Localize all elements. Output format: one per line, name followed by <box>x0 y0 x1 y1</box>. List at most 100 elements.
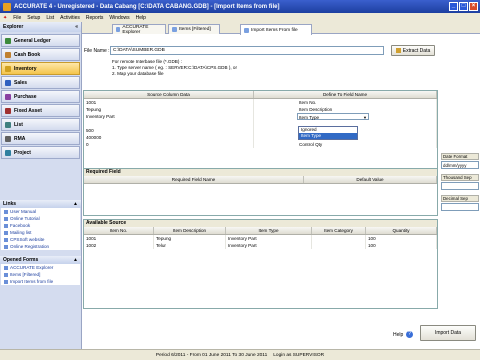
opened-form-import[interactable]: Import Items from file <box>1 278 80 285</box>
project-icon <box>5 149 11 156</box>
source-cell <box>84 120 254 127</box>
collapse-icon[interactable]: « <box>75 24 78 30</box>
nav-fixed-asset[interactable]: Fixed Asset <box>1 104 80 117</box>
link-mailing-list[interactable]: Mailing list <box>1 229 80 236</box>
cell-type: Inventory Part <box>226 242 312 249</box>
link-website[interactable]: CPSSoft website <box>1 236 80 243</box>
available-source-panel: Available Source Item No. Item Descripti… <box>83 219 438 309</box>
table-row[interactable]: 0 Control Qty <box>84 141 437 148</box>
nav-label: Fixed Asset <box>14 107 42 114</box>
select-value: Item Type <box>299 115 320 120</box>
minimize-button[interactable]: _ <box>449 2 458 11</box>
table-row[interactable]: 500 <box>84 127 437 134</box>
import-data-button[interactable]: Import Data <box>420 325 476 341</box>
available-grid-header: Item No. Item Description Item Type Item… <box>84 227 437 235</box>
app-icon <box>3 2 11 11</box>
menu-list[interactable]: List <box>46 15 54 21</box>
col-item-type: Item Type <box>226 227 312 234</box>
explorer-icon <box>116 27 121 32</box>
target-cell[interactable]: Item Description <box>254 106 437 113</box>
opened-form-explorer[interactable]: ACCURATE Explorer <box>1 264 80 271</box>
nav-inventory[interactable]: Inventory <box>1 62 80 75</box>
link-label: CPSSoft website <box>10 237 45 242</box>
nav-purchase[interactable]: Purchase <box>1 90 80 103</box>
field-name-select[interactable]: Item Type ▼ <box>297 113 369 120</box>
col-source: Source Column Data <box>84 91 254 98</box>
menu-activities[interactable]: Activities <box>60 15 80 21</box>
close-button[interactable]: × <box>469 2 478 11</box>
menu-help[interactable]: Help <box>136 15 146 21</box>
chevron-down-icon[interactable]: ▼ <box>363 114 367 120</box>
opened-form-items[interactable]: Items [Filtered] <box>1 271 80 278</box>
link-online-tutorial[interactable]: Online Tutorial <box>1 215 80 222</box>
source-cell: Tepung <box>84 106 254 113</box>
menu-windows[interactable]: Windows <box>109 15 129 21</box>
chevron-up-icon[interactable]: ▲ <box>73 201 78 207</box>
file-name-label: File Name : <box>84 48 110 54</box>
target-cell[interactable]: Control Qty <box>254 141 437 148</box>
table-row[interactable]: Tepung Item Description <box>84 106 437 113</box>
sales-icon <box>5 79 11 86</box>
table-row[interactable]: 1002 Telur Inventory Part 100 <box>84 242 437 249</box>
status-bar: Period 6/2011 - From 01 June 2011 To 30 … <box>0 349 480 360</box>
extract-data-button[interactable]: Extract Data <box>391 45 435 56</box>
explorer-sidebar: Explorer « General Ledger Cash Book Inve… <box>0 22 82 349</box>
menu-reports[interactable]: Reports <box>86 15 104 21</box>
help-label[interactable]: Help <box>393 332 403 338</box>
col-default-value: Default Value <box>304 176 437 183</box>
menu-file[interactable]: File <box>13 15 21 21</box>
link-registration[interactable]: Online Registration <box>1 243 80 250</box>
cell-description: Telur <box>154 242 226 249</box>
help-icon[interactable]: ? <box>406 331 413 338</box>
table-row[interactable]: Inventory Part Item Type ▼ <box>84 113 437 120</box>
nav-sales[interactable]: Sales <box>1 76 80 89</box>
nav-list[interactable]: List <box>1 118 80 131</box>
cell-category <box>312 242 366 249</box>
field-name-dropdown[interactable]: Ignored Item Type <box>298 126 358 140</box>
menu-setup[interactable]: Setup <box>27 15 40 21</box>
nav-general-ledger[interactable]: General Ledger <box>1 34 80 47</box>
ledger-icon <box>5 37 11 44</box>
col-item-description: Item Description <box>154 227 226 234</box>
link-user-manual[interactable]: User Manual <box>1 208 80 215</box>
source-cell: Inventory Part <box>84 113 254 120</box>
maximize-button[interactable]: □ <box>459 2 468 11</box>
cell-category <box>312 235 366 242</box>
app-menu-icon[interactable]: ✦ <box>3 15 7 21</box>
tab-items[interactable]: Items [Filtered] <box>168 24 220 34</box>
file-name-input[interactable]: C:\DATA\SUMBER.GDB <box>110 46 384 55</box>
table-row[interactable]: 1001 Item No. <box>84 99 437 106</box>
table-row[interactable] <box>84 120 437 127</box>
nav-label: RMA <box>14 135 26 142</box>
mail-icon <box>4 230 8 235</box>
source-cell: 1001 <box>84 99 254 106</box>
chevron-up-icon[interactable]: ▲ <box>73 257 78 263</box>
table-row[interactable]: 1001 Tepung Inventory Part 100 <box>84 235 437 242</box>
link-facebook[interactable]: Facebook <box>1 222 80 229</box>
date-format-input[interactable]: dd/mm/yyyy <box>441 161 479 169</box>
title-bar: ACCURATE 4 - Unregistered - Data Cabang … <box>0 0 480 13</box>
facebook-icon <box>4 223 8 228</box>
col-define: Define To Field Name <box>254 91 437 98</box>
date-format-label: Date Format <box>441 153 479 160</box>
dropdown-option-item-type[interactable]: Item Type <box>299 133 357 139</box>
tab-explorer[interactable]: ACCURATE Explorer <box>112 24 166 35</box>
table-row[interactable]: 400000Total Cost <box>84 134 437 141</box>
hint-2: 2. Map your database file <box>112 70 164 76</box>
link-label: User Manual <box>10 209 37 214</box>
tab-import-items[interactable]: Import Items From file <box>240 24 312 35</box>
thousand-sep-input[interactable] <box>441 182 479 190</box>
nav-cash-book[interactable]: Cash Book <box>1 48 80 61</box>
required-field-panel: Required Field Required Field Name Defau… <box>83 168 438 216</box>
format-panel: Date Format dd/mm/yyyy Thousand Sep Deci… <box>440 35 480 325</box>
decimal-sep-input[interactable] <box>441 203 479 211</box>
target-cell[interactable]: Item No. <box>254 99 437 106</box>
nav-rma[interactable]: RMA <box>1 132 80 145</box>
cell-quantity: 100 <box>366 235 437 242</box>
target-select-cell[interactable]: Item Type ▼ <box>254 113 437 120</box>
import-form: File Name : C:\DATA\SUMBER.GDB Extract D… <box>82 35 440 338</box>
col-required-field: Required Field Name <box>84 176 304 183</box>
tutorial-icon <box>4 216 8 221</box>
link-label: Mailing list <box>10 230 32 235</box>
nav-project[interactable]: Project <box>1 146 80 159</box>
